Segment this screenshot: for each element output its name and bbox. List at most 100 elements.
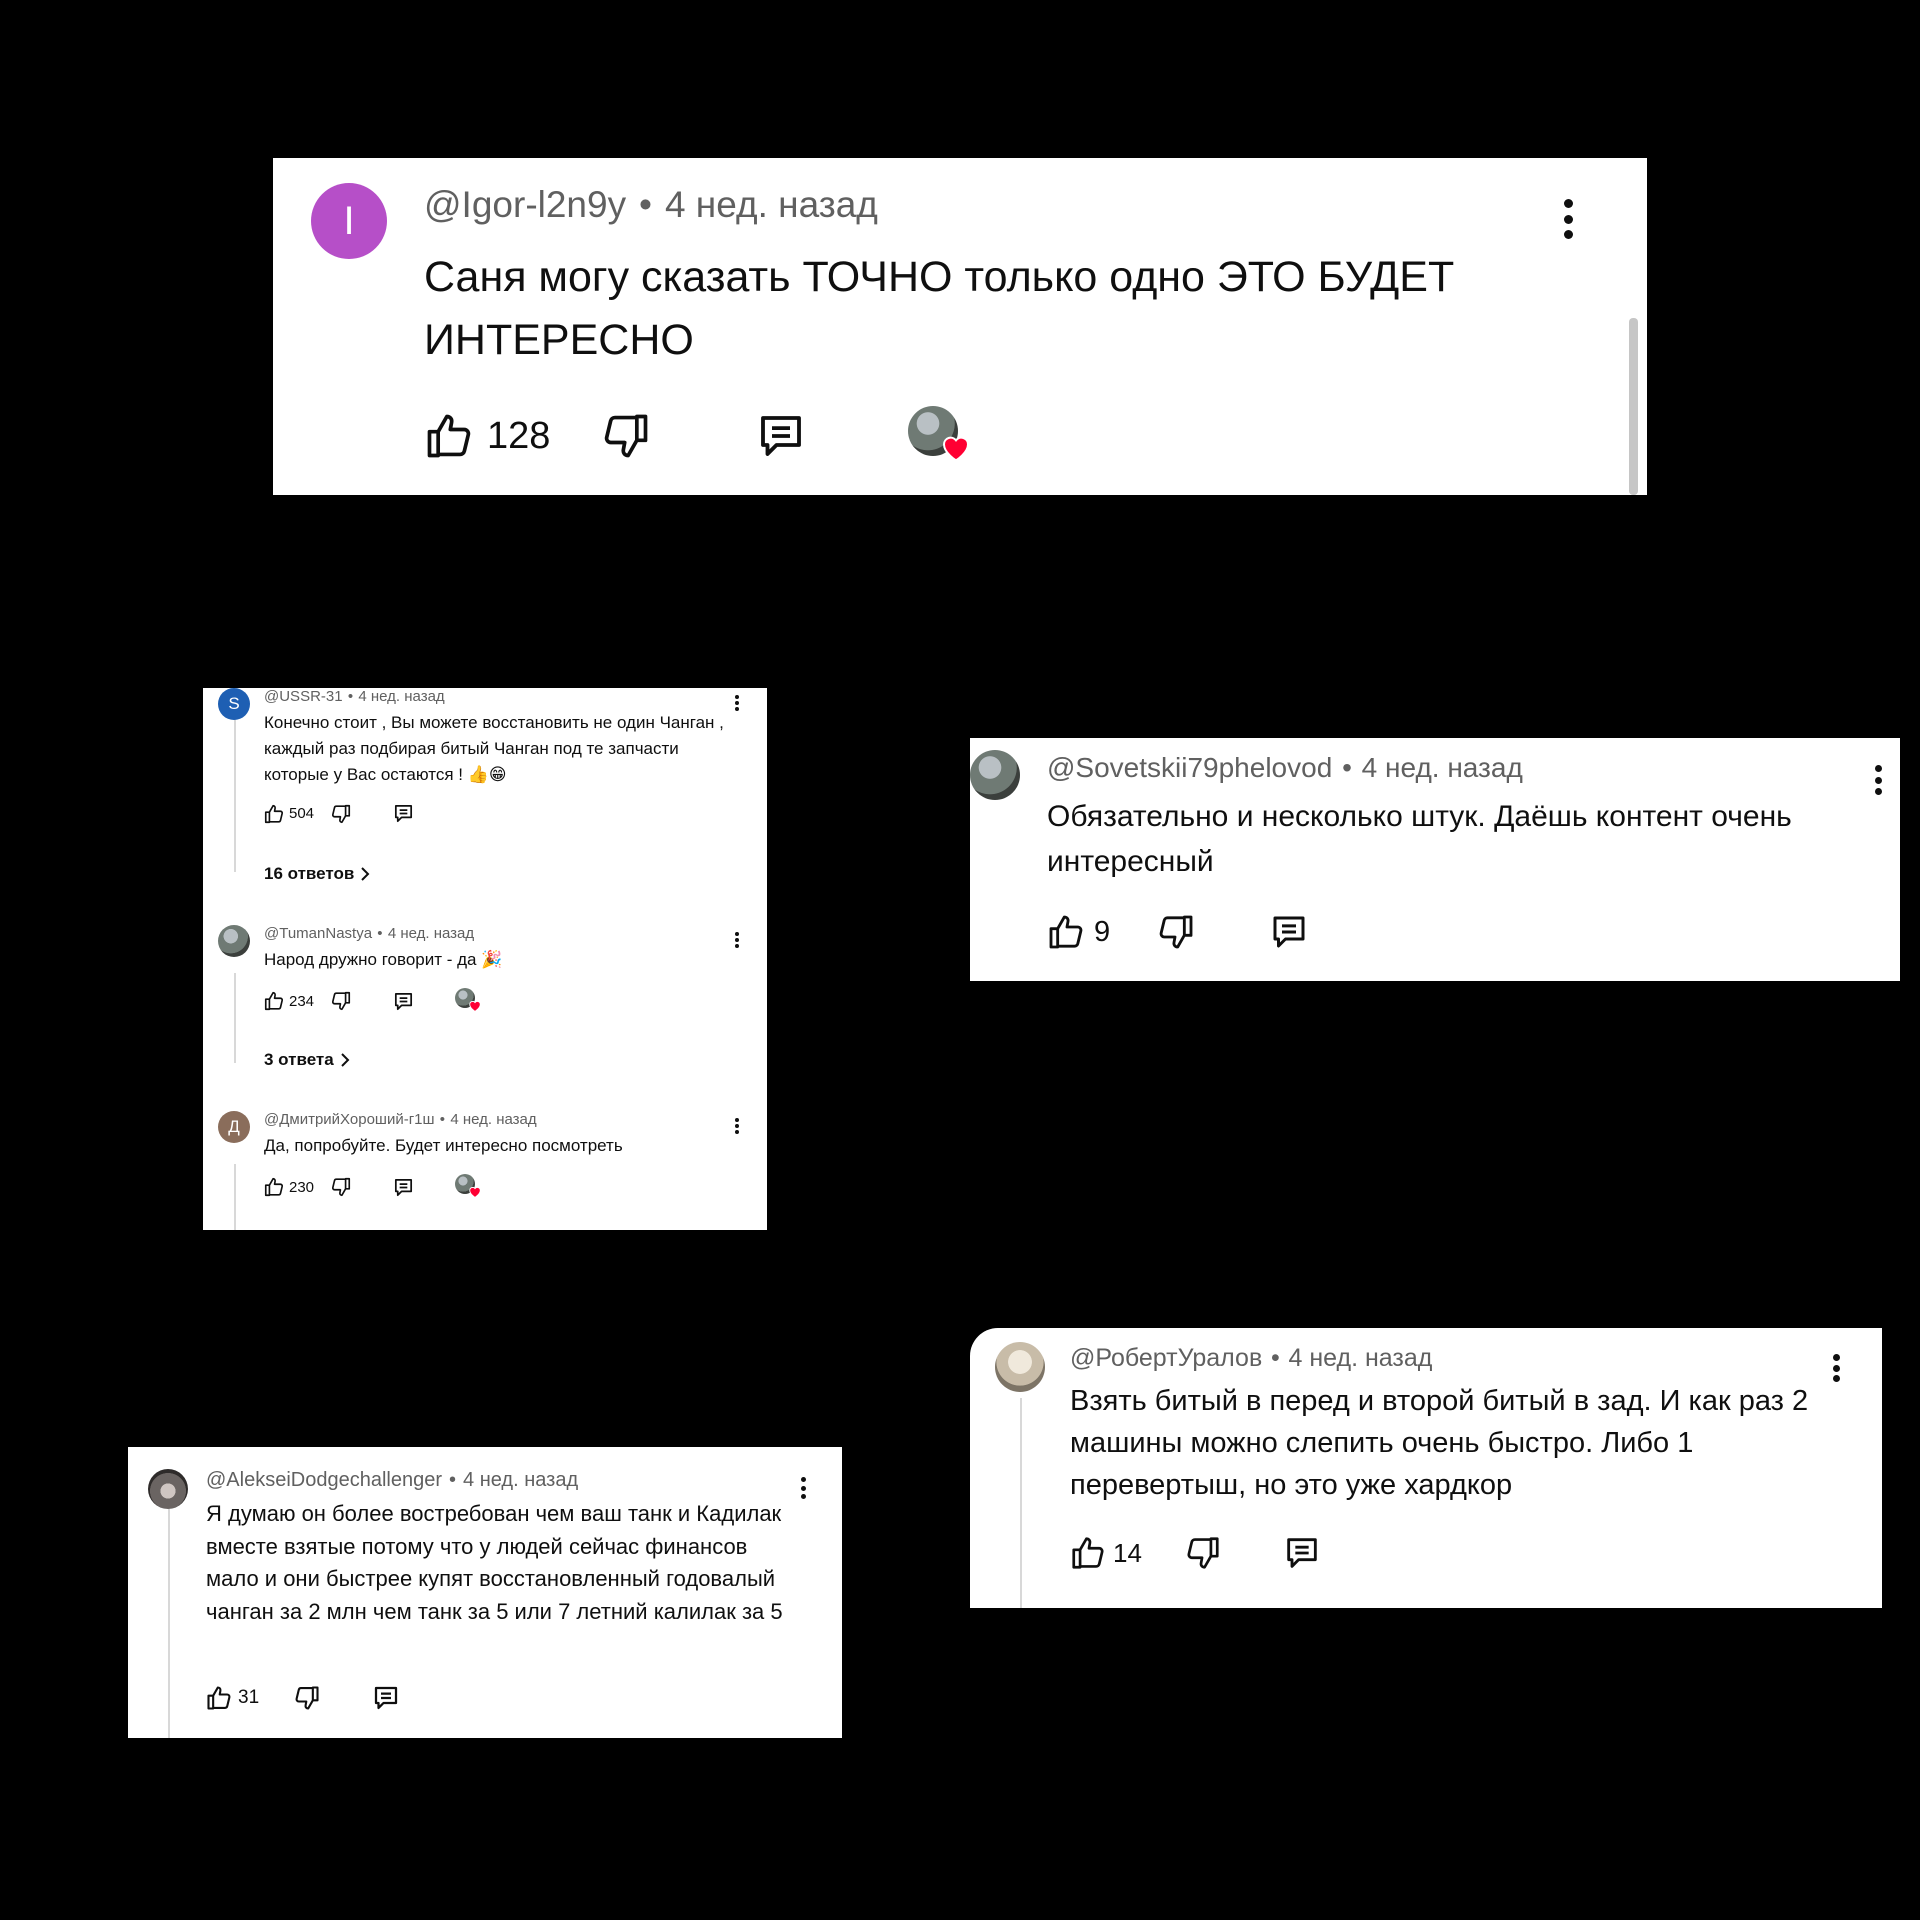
dislike-button[interactable] (1156, 912, 1196, 952)
creator-heart (908, 406, 974, 466)
reply-button[interactable] (392, 1176, 415, 1199)
like-button[interactable]: 234 (263, 990, 314, 1012)
comment-icon (395, 992, 413, 1010)
timestamp[interactable]: 4 нед. назад (1362, 752, 1523, 783)
replies-count: 16 ответов (264, 864, 355, 883)
like-button[interactable]: 128 (423, 410, 550, 462)
thread-line (234, 710, 236, 872)
like-button[interactable]: 230 (263, 1176, 314, 1198)
creator-heart (455, 988, 483, 1014)
avatar[interactable] (995, 1342, 1045, 1392)
author-name[interactable]: @Sovetskii79phelovod (1047, 752, 1332, 783)
like-button[interactable]: 14 (1069, 1534, 1142, 1572)
timestamp[interactable]: 4 нед. назад (463, 1469, 578, 1491)
avatar[interactable] (148, 1469, 188, 1509)
timestamp[interactable]: 4 нед. назад (1289, 1344, 1433, 1372)
like-button[interactable]: 9 (1046, 912, 1110, 952)
dislike-button[interactable] (1184, 1534, 1222, 1572)
chevron-right-icon (340, 1053, 350, 1067)
avatar[interactable] (970, 750, 1020, 800)
chevron-right-icon (361, 867, 370, 881)
comment-icon (395, 1178, 413, 1196)
thumb-down-icon (331, 991, 351, 1011)
comment-header: @TumanNastya • 4 нед. назад (264, 925, 475, 942)
thumb-up-icon (1072, 1537, 1104, 1569)
thumb-up-icon (207, 1686, 231, 1710)
like-count: 234 (289, 992, 315, 1010)
author-name[interactable]: @ДмитрийХороший-г1ш (264, 1111, 435, 1128)
more-vert-icon[interactable] (1874, 765, 1882, 795)
dislike-button[interactable] (293, 1684, 321, 1712)
comment-icon (395, 804, 413, 823)
thumb-up-icon (427, 414, 471, 458)
thread-line (234, 973, 236, 1063)
thumb-up-icon (264, 1177, 284, 1197)
thumb-down-icon (331, 804, 351, 823)
more-vert-icon[interactable] (1563, 199, 1573, 239)
replies-toggle[interactable]: 16 ответов (264, 864, 370, 884)
replies-toggle[interactable]: 3 ответа (264, 1050, 350, 1070)
like-button[interactable]: 504 (263, 803, 314, 825)
timestamp[interactable]: 4 нед. назад (358, 688, 444, 705)
dislike-button[interactable] (330, 1176, 352, 1198)
comment-card-sovetskii: @Sovetskii79phelovod • 4 нед. назад Обязат… (970, 738, 1900, 981)
comment-text: Саня могу сказать ТОЧНО только одно ЭТО … (424, 253, 1455, 364)
thumb-down-icon (1159, 915, 1193, 949)
timestamp[interactable]: 4 нед. назад (450, 1111, 536, 1128)
more-vert-icon[interactable] (800, 1477, 806, 1499)
timestamp[interactable]: 4 нед. назад (388, 925, 474, 942)
more-vert-icon[interactable] (735, 1118, 739, 1134)
thumb-up-icon (264, 991, 284, 1011)
comment-actions: 128 (423, 406, 974, 466)
comment-thread-card: S @USSR-31 • 4 нед. назад Конечно стоит , … (203, 688, 767, 1230)
like-count: 504 (289, 805, 315, 822)
thumb-up-icon (264, 804, 284, 823)
reply-button[interactable] (371, 1683, 401, 1713)
dislike-button[interactable] (600, 410, 652, 462)
like-count: 230 (289, 1178, 315, 1196)
reply-button[interactable] (392, 990, 415, 1013)
comment-header: @РобертУралов • 4 нед. назад (1070, 1344, 1433, 1372)
more-vert-icon[interactable] (1832, 1354, 1840, 1382)
author-name[interactable]: @AlekseiDodgechallenger (206, 1469, 442, 1491)
comment-header: @AlekseiDodgechallenger • 4 нед. назад (206, 1469, 579, 1491)
reply-button[interactable] (1268, 911, 1310, 953)
comment-actions: 9 (1046, 911, 1310, 953)
comment-text: Конечно стоит , Вы можете восстановить н… (264, 713, 724, 784)
author-name[interactable]: @РобертУралов (1070, 1344, 1262, 1372)
more-vert-icon[interactable] (735, 695, 739, 711)
comment-actions: 230 (263, 1174, 483, 1200)
comment-text: Взять битый в перед и второй битый в зад… (1070, 1385, 1809, 1501)
thumb-down-icon (605, 414, 648, 458)
like-count: 14 (1113, 1537, 1142, 1568)
comment-header: @Igor-l2n9y • 4 нед. назад (424, 184, 878, 225)
comment-icon (1287, 1538, 1317, 1568)
comment-header: @ДмитрийХороший-г1ш • 4 нед. назад (264, 1111, 537, 1128)
comment-actions: 14 (1069, 1533, 1322, 1573)
dislike-button[interactable] (330, 803, 352, 825)
comment-card-igor: I @Igor-l2n9y • 4 нед. назад Саня могу ска… (273, 158, 1647, 495)
author-name[interactable]: @TumanNastya (264, 925, 372, 942)
like-count: 9 (1094, 915, 1111, 948)
timestamp[interactable]: 4 нед. назад (665, 184, 878, 225)
author-name[interactable]: @USSR-31 (264, 688, 343, 705)
dislike-button[interactable] (330, 990, 352, 1012)
thumb-down-icon (295, 1686, 319, 1710)
comment-text: Я думаю он более востребован чем ваш тан… (206, 1501, 783, 1624)
heart-icon (943, 436, 970, 462)
reply-button[interactable] (754, 409, 808, 463)
avatar[interactable] (218, 925, 250, 957)
heart-icon (469, 1000, 481, 1012)
more-vert-icon[interactable] (735, 932, 739, 948)
thread-line (168, 1505, 170, 1738)
reply-button[interactable] (1282, 1533, 1322, 1573)
avatar[interactable]: I (311, 183, 387, 259)
reply-button[interactable] (392, 802, 415, 825)
comment-text: Да, попробуйте. Будет интересно посмотре… (264, 1136, 623, 1155)
author-name[interactable]: @Igor-l2n9y (424, 184, 626, 225)
like-count: 31 (238, 1687, 260, 1708)
avatar[interactable]: Д (218, 1111, 250, 1143)
avatar[interactable]: S (218, 688, 250, 720)
like-button[interactable]: 31 (205, 1684, 259, 1712)
scrollbar[interactable] (1629, 318, 1638, 495)
